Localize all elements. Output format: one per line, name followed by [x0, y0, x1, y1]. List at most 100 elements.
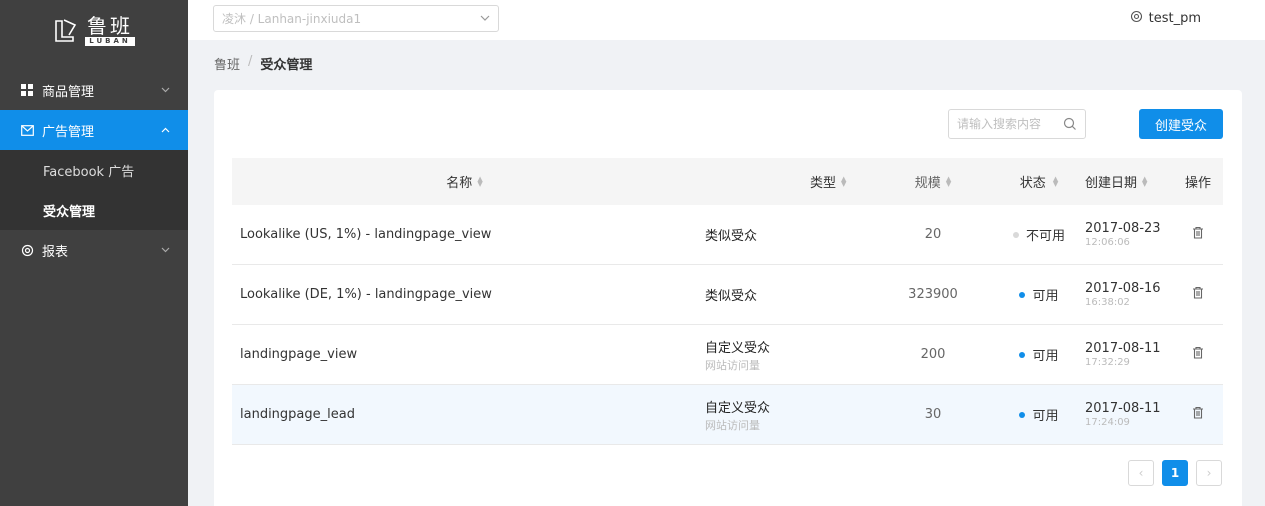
row-actions [1173, 286, 1223, 303]
audience-name: Lookalike (US, 1%) - landingpage_view [240, 227, 492, 242]
trash-icon[interactable] [1192, 226, 1204, 243]
sidebar-menu: 商品管理 广告管理 Facebook 广告 受众管理 报表 [0, 70, 188, 270]
sidebar-subitem-audience[interactable]: 受众管理 [0, 190, 188, 230]
status-dot [1019, 291, 1026, 298]
user-menu[interactable]: test_pm [1130, 10, 1201, 27]
sort-icon: ▲ ▼ [945, 174, 952, 188]
date-value: 2017-08-11 [1085, 401, 1161, 416]
column-label: 名称 [446, 176, 473, 191]
chevron-down-icon [160, 245, 170, 255]
luban-logo-icon [53, 17, 79, 43]
settings-icon [1130, 10, 1143, 27]
audience-date: 2017-08-23 12:06:06 [1085, 221, 1173, 248]
table-row[interactable]: landingpage_lead 自定义受众 网站访问量 30 可用 2017-… [232, 385, 1223, 445]
audience-status: 不可用 [993, 225, 1085, 244]
trash-icon[interactable] [1192, 286, 1204, 303]
gear-icon [20, 243, 34, 257]
sidebar-item-reports[interactable]: 报表 [0, 230, 188, 270]
date-value: 2017-08-23 [1085, 221, 1161, 236]
sidebar-submenu-ads: Facebook 广告 受众管理 [0, 150, 188, 230]
audience-name: Lookalike (DE, 1%) - landingpage_view [240, 287, 492, 302]
breadcrumb-current: 受众管理 [260, 58, 313, 73]
search-box [948, 109, 1086, 139]
status-label: 可用 [1032, 349, 1059, 364]
content-card: 创建受众 名称 ▲▼ 类型 ▲▼ 规模 ▲▼ 状态 ▲▼ 创建日期 ▲▼ [214, 90, 1242, 506]
audience-status: 可用 [993, 345, 1085, 364]
sidebar-subitem-facebook-ads[interactable]: Facebook 广告 [0, 150, 188, 190]
logo[interactable]: 鲁班 LUBAN [0, 0, 188, 60]
trash-icon[interactable] [1192, 406, 1204, 423]
breadcrumb: 鲁班 / 受众管理 [214, 54, 312, 73]
time-value: 16:38:02 [1085, 297, 1130, 308]
table-row[interactable]: Lookalike (DE, 1%) - landingpage_view 类似… [232, 265, 1223, 325]
sort-icon: ▲ ▼ [1052, 174, 1059, 188]
create-audience-button[interactable]: 创建受众 [1139, 109, 1223, 139]
column-header-date[interactable]: 创建日期 ▲ ▼ [1085, 172, 1173, 191]
audience-size: 20 [924, 227, 942, 242]
status-dot [1019, 351, 1026, 358]
date-value: 2017-08-11 [1085, 341, 1161, 356]
table-row[interactable]: landingpage_view 自定义受众 网站访问量 200 可用 2017… [232, 325, 1223, 385]
column-label: 创建日期 [1085, 176, 1138, 191]
pagination: ‹ 1 › [1128, 460, 1222, 486]
breadcrumb-separator: / [248, 54, 253, 69]
row-actions [1173, 406, 1223, 423]
column-header-size[interactable]: 规模 ▲ ▼ [873, 172, 993, 191]
status-label: 可用 [1032, 409, 1059, 424]
audience-type: 自定义受众 网站访问量 [697, 397, 873, 433]
audience-type-sub: 网站访问量 [705, 358, 760, 372]
sidebar: 鲁班 LUBAN 商品管理 广告管理 Facebook 广告 受众管理 报表 [0, 0, 188, 506]
pagination-page-1[interactable]: 1 [1162, 460, 1188, 486]
search-input[interactable] [957, 117, 1062, 131]
audience-size: 323900 [908, 287, 958, 302]
audience-status: 可用 [993, 405, 1085, 424]
chevron-down-icon [160, 85, 170, 95]
audience-size: 200 [920, 347, 946, 362]
status-label: 不可用 [1025, 229, 1065, 244]
chevron-up-icon [160, 125, 170, 135]
status-dot [1012, 231, 1019, 238]
audience-type-main: 自定义受众 [705, 340, 771, 356]
audience-type: 类似受众 [697, 285, 873, 304]
top-header: 凌沐 / Lanhan-jinxiuda1 test_pm [188, 0, 1265, 40]
table-row[interactable]: Lookalike (US, 1%) - landingpage_view 类似… [232, 205, 1223, 265]
sidebar-item-ads[interactable]: 广告管理 [0, 110, 188, 150]
column-header-actions: 操作 [1173, 172, 1223, 191]
column-label: 类型 [810, 176, 837, 191]
column-header-type[interactable]: 类型 ▲ ▼ [697, 172, 873, 191]
audience-type-main: 自定义受众 [705, 400, 771, 416]
sidebar-item-products[interactable]: 商品管理 [0, 70, 188, 110]
sort-icon: ▲ ▼ [1142, 174, 1148, 188]
time-value: 17:32:29 [1085, 357, 1130, 368]
column-header-status[interactable]: 状态 ▲ ▼ [993, 172, 1085, 191]
column-label: 规模 [914, 176, 941, 191]
audience-type-main: 类似受众 [705, 289, 758, 304]
brand-name-en: LUBAN [85, 36, 135, 46]
search-icon[interactable] [1063, 117, 1077, 135]
audience-type: 自定义受众 网站访问量 [697, 337, 873, 373]
column-label: 状态 [1019, 176, 1046, 191]
audience-type-sub: 网站访问量 [705, 418, 760, 432]
table-header: 名称 ▲ ▼ 类型 ▲ ▼ 规模 ▲ ▼ 状态 ▲ ▼ 创建日期 ▲ ▼ 操作 [232, 158, 1223, 205]
audience-name: landingpage_view [240, 347, 358, 362]
row-actions [1173, 226, 1223, 243]
breadcrumb-root[interactable]: 鲁班 [214, 54, 240, 73]
sort-icon: ▲ ▼ [841, 174, 847, 188]
grid-icon [20, 83, 34, 97]
trash-icon[interactable] [1192, 346, 1204, 363]
sort-icon: ▲ ▼ [477, 174, 483, 188]
status-label: 可用 [1032, 289, 1059, 304]
audience-date: 2017-08-11 17:24:09 [1085, 401, 1173, 428]
time-value: 17:24:09 [1085, 417, 1130, 428]
project-select[interactable]: 凌沐 / Lanhan-jinxiuda1 [213, 5, 499, 32]
pagination-next-button[interactable]: › [1196, 460, 1222, 486]
pagination-prev-button[interactable]: ‹ [1128, 460, 1154, 486]
sidebar-item-label: 商品管理 [42, 84, 95, 100]
column-header-name[interactable]: 名称 ▲ ▼ [232, 172, 697, 191]
audience-type-main: 类似受众 [705, 229, 758, 244]
audience-type: 类似受众 [697, 225, 873, 244]
audience-name: landingpage_lead [240, 407, 355, 422]
project-select-value: 凌沐 / Lanhan-jinxiuda1 [222, 12, 362, 26]
row-actions [1173, 346, 1223, 363]
audience-date: 2017-08-11 17:32:29 [1085, 341, 1173, 368]
